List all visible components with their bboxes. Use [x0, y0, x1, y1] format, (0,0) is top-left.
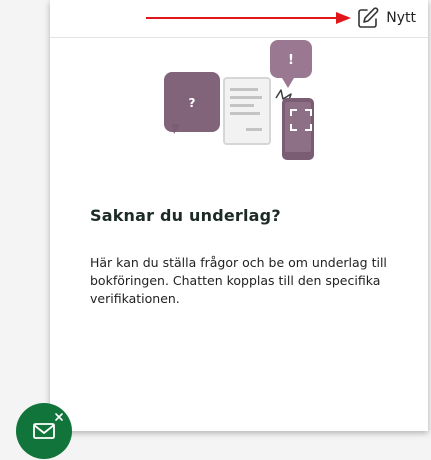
- empty-state-title: Saknar du underlag?: [90, 206, 281, 225]
- new-button-label: Nytt: [386, 10, 416, 26]
- svg-text:?: ?: [189, 96, 196, 110]
- svg-text:!: !: [288, 53, 294, 68]
- empty-state-description: Här kan du ställa frågor och be om under…: [90, 255, 387, 306]
- chat-document-phone-illustration: ? !: [164, 40, 314, 160]
- chat-panel: Nytt ? ! Saknar du underlag? Här kan du …: [50, 0, 428, 431]
- edit-icon: [358, 7, 379, 28]
- annotation-arrow-icon: [146, 12, 351, 24]
- mail-close-icon: [33, 413, 63, 439]
- chat-fab-button[interactable]: [16, 403, 72, 459]
- new-button[interactable]: Nytt: [356, 6, 416, 30]
